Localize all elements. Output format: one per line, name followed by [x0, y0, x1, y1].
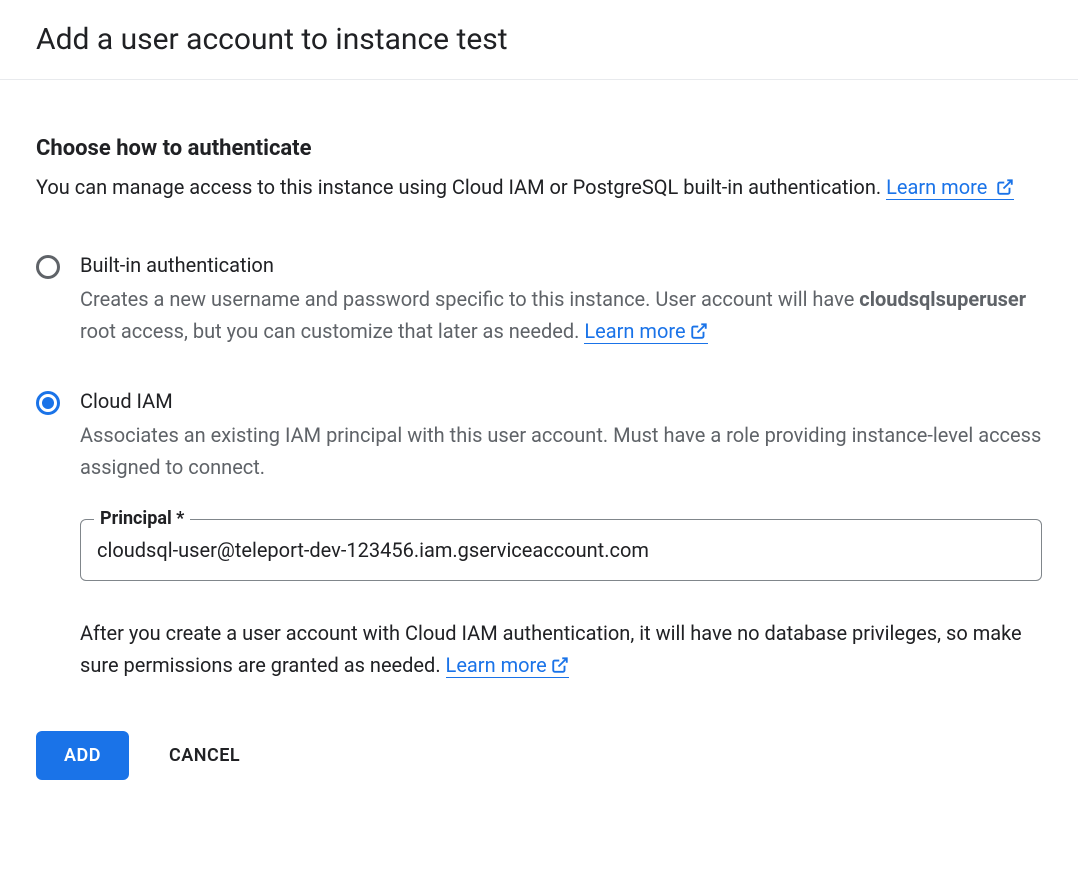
learn-more-link[interactable]: Learn more: [886, 175, 1014, 200]
option-cloudiam-desc: Associates an existing IAM principal wit…: [80, 419, 1042, 483]
option-builtin-body: Built-in authentication Creates a new us…: [80, 253, 1042, 349]
option-cloudiam: Cloud IAM Associates an existing IAM pri…: [36, 389, 1042, 683]
action-buttons: ADD CANCEL: [36, 731, 1042, 780]
option-cloudiam-body: Cloud IAM Associates an existing IAM pri…: [80, 389, 1042, 683]
page-title: Add a user account to instance test: [36, 22, 1042, 57]
cancel-button[interactable]: CANCEL: [169, 745, 240, 766]
learn-more-link-builtin[interactable]: Learn more: [584, 319, 707, 344]
auth-section: Choose how to authenticate You can manag…: [36, 136, 1042, 205]
add-button[interactable]: ADD: [36, 731, 129, 780]
learn-more-link-cloudiam[interactable]: Learn more: [446, 653, 569, 678]
page-header: Add a user account to instance test: [0, 0, 1078, 80]
section-title: Choose how to authenticate: [36, 136, 1042, 161]
main-content: Choose how to authenticate You can manag…: [0, 80, 1078, 816]
auth-options: Built-in authentication Creates a new us…: [36, 253, 1042, 683]
option-builtin-title: Built-in authentication: [80, 253, 1042, 277]
cloudiam-helper-text: After you create a user account with Clo…: [80, 617, 1042, 683]
principal-label: Principal *: [94, 508, 190, 529]
option-builtin: Built-in authentication Creates a new us…: [36, 253, 1042, 349]
principal-input[interactable]: [80, 519, 1042, 581]
principal-input-wrapper: Principal *: [80, 519, 1042, 581]
radio-cloudiam[interactable]: [36, 391, 60, 415]
section-description: You can manage access to this instance u…: [36, 171, 1042, 205]
external-link-icon: [551, 651, 569, 683]
radio-builtin[interactable]: [36, 255, 60, 279]
option-builtin-desc: Creates a new username and password spec…: [80, 283, 1042, 349]
cloudsqlsuperuser-text: cloudsqlsuperuser: [859, 287, 1026, 311]
option-cloudiam-title: Cloud IAM: [80, 389, 1042, 413]
external-link-icon: [996, 173, 1014, 205]
external-link-icon: [690, 317, 708, 349]
